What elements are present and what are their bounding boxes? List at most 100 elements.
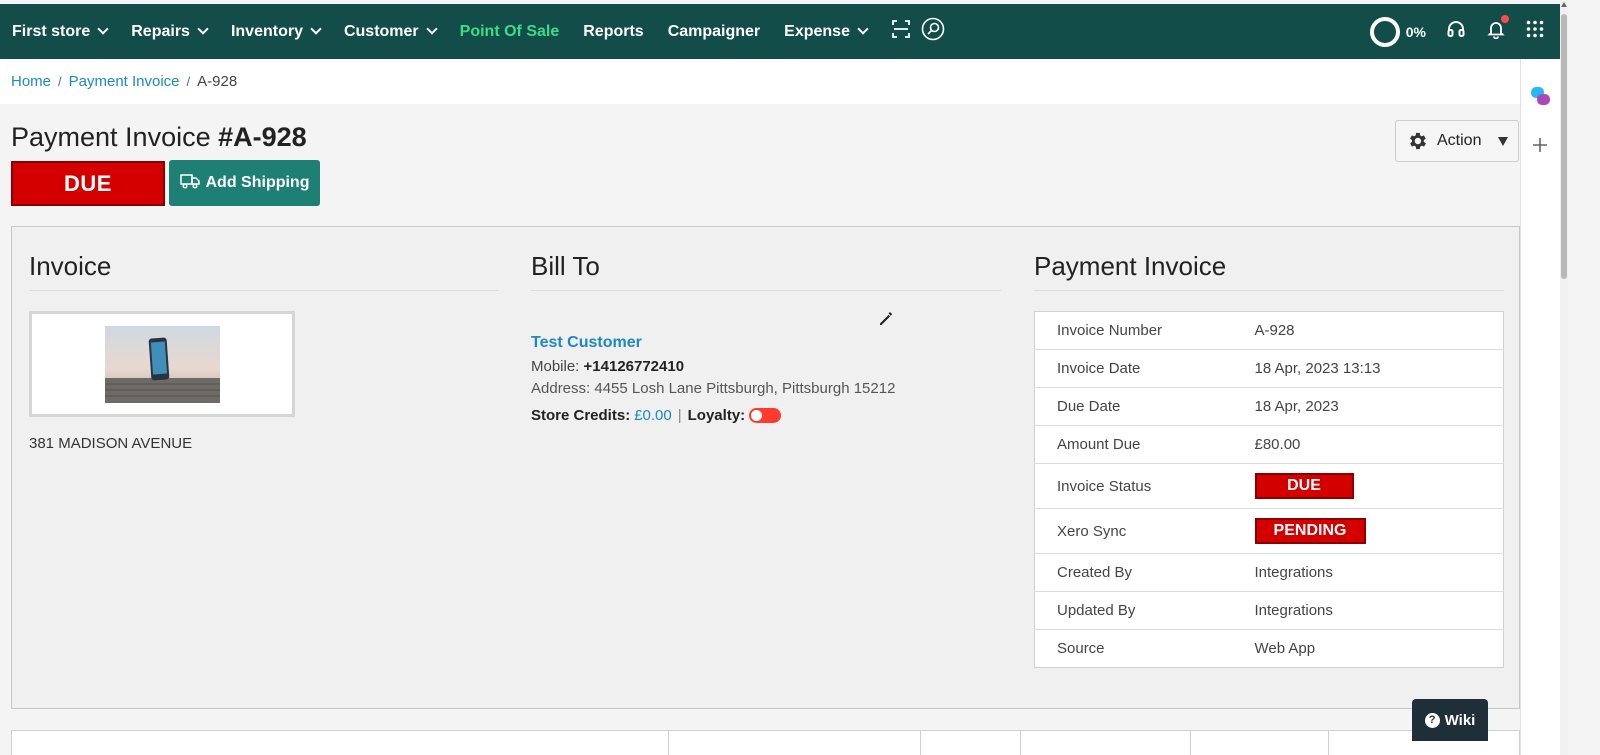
amount-due-key: Amount Due	[1034, 425, 1255, 464]
phone-photo-image	[104, 325, 220, 403]
xero-sync-badge: PENDING	[1254, 518, 1366, 544]
scrollbar-thumb[interactable]	[1561, 14, 1567, 279]
progress-indicator[interactable]: 0%	[1369, 16, 1426, 47]
table-row: Xero Sync PENDING	[1034, 508, 1504, 554]
separator: |	[677, 407, 682, 424]
nav-campaigner[interactable]: Campaigner	[668, 23, 760, 41]
mobile-value: +14126772410	[583, 358, 685, 375]
invoice-status-key: Invoice Status	[1034, 463, 1255, 509]
table-row: Amount Due £80.00	[1034, 425, 1504, 464]
nav-reports[interactable]: Reports	[583, 23, 643, 41]
created-by-value: Integrations	[1254, 553, 1504, 592]
notification-dot	[1501, 15, 1509, 23]
nav-first-store[interactable]: First store	[12, 22, 109, 41]
invoice-date-key: Invoice Date	[1034, 349, 1255, 388]
loyalty-label: Loyalty:	[687, 407, 746, 424]
loyalty-toggle[interactable]	[749, 408, 782, 423]
mobile-label: Mobile:	[531, 358, 584, 375]
nav-point-of-sale[interactable]: Point Of Sale	[460, 23, 560, 41]
invoice-heading: Invoice	[29, 251, 499, 291]
table-row: Invoice Number A-928	[1034, 311, 1504, 350]
nav-campaigner-label: Campaigner	[667, 22, 761, 40]
add-shipping-label: Add Shipping	[205, 174, 310, 191]
nav-inventory-label: Inventory	[230, 22, 303, 40]
add-shipping-button[interactable]: Add Shipping	[169, 160, 320, 206]
customer-address: Address: 4455 Losh Lane Pittsburgh, Pitt…	[531, 380, 896, 397]
nav-customer[interactable]: Customer	[343, 22, 438, 41]
pencil-edit-icon[interactable]	[878, 311, 894, 332]
question-icon: ?	[1424, 712, 1440, 728]
store-address: 381 MADISON AVENUE	[29, 435, 193, 452]
breadcrumb-payment-invoice-link[interactable]: Payment Invoice	[69, 73, 180, 90]
payment-invoice-heading: Payment Invoice	[1034, 251, 1504, 291]
nav-expense[interactable]: Expense	[784, 22, 869, 41]
breadcrumb: Home / Payment Invoice / A-928	[0, 59, 1520, 104]
table-row: Created By Integrations	[1034, 553, 1504, 592]
customer-mobile: Mobile: +14126772410	[531, 358, 684, 375]
scan-icon[interactable]	[891, 19, 911, 44]
created-by-key: Created By	[1034, 553, 1255, 592]
chevron-down-icon	[857, 23, 869, 35]
plus-icon[interactable]	[1532, 137, 1548, 158]
column-divider	[668, 731, 669, 755]
page-title-number: #A-928	[218, 122, 307, 152]
xero-sync-key: Xero Sync	[1034, 508, 1255, 554]
status-badge: DUE	[11, 161, 165, 206]
nav-point-of-sale-label: Point Of Sale	[459, 22, 560, 40]
scroll-up-arrow-icon[interactable]	[1561, 2, 1567, 7]
due-date-key: Due Date	[1034, 387, 1255, 426]
headset-icon[interactable]	[1446, 19, 1466, 44]
column-divider	[1328, 731, 1329, 755]
bill-to-heading: Bill To	[531, 251, 1001, 291]
page-title: Payment Invoice #A-928	[11, 122, 307, 153]
search-icon[interactable]	[921, 17, 945, 46]
invoice-number-value: A-928	[1254, 311, 1504, 350]
truck-icon	[179, 173, 200, 194]
source-key: Source	[1057, 640, 1105, 657]
nav-repairs-label: Repairs	[131, 22, 190, 40]
store-logo	[29, 311, 295, 417]
table-row: Source Web App	[1035, 630, 1504, 668]
action-dropdown-button[interactable]: Action	[1395, 120, 1519, 162]
breadcrumb-home-link[interactable]: Home	[11, 73, 51, 90]
table-row: Invoice Status DUE	[1034, 463, 1504, 509]
progress-ring-icon	[1369, 16, 1400, 47]
updated-by-value: Integrations	[1254, 591, 1504, 630]
table-row: Due Date 18 Apr, 2023	[1034, 387, 1504, 426]
breadcrumb-separator: /	[186, 74, 191, 89]
store-credits-value[interactable]: £0.00	[634, 407, 672, 424]
progress-label: 0%	[1405, 23, 1426, 40]
notification-bell-icon[interactable]	[1486, 15, 1509, 44]
items-table-header	[11, 730, 1520, 755]
chevron-down-icon	[97, 23, 109, 35]
column-divider	[1020, 731, 1021, 755]
nav-first-store-label: First store	[12, 22, 91, 40]
top-navbar: First store Repairs Inventory Customer P…	[0, 4, 1568, 59]
nav-repairs[interactable]: Repairs	[131, 22, 209, 41]
due-date-value: 18 Apr, 2023	[1254, 387, 1504, 426]
invoice-date-value: 18 Apr, 2023 13:13	[1254, 349, 1504, 388]
nav-reports-label: Reports	[583, 22, 644, 40]
chat-bubbles-icon[interactable]	[1530, 86, 1552, 113]
nav-expense-label: Expense	[784, 22, 850, 40]
invoice-number-key: Invoice Number	[1034, 311, 1255, 350]
source-value: Web App	[1254, 640, 1316, 657]
nav-inventory[interactable]: Inventory	[230, 22, 322, 41]
wiki-label: Wiki	[1444, 711, 1476, 729]
store-credits-label: Store Credits:	[531, 407, 631, 424]
nav-customer-label: Customer	[343, 22, 419, 40]
right-side-rail	[1520, 59, 1560, 755]
amount-due-value: £80.00	[1254, 425, 1504, 464]
store-credits-line: Store Credits: £0.00 | Loyalty:	[531, 407, 782, 424]
customer-name-link[interactable]: Test Customer	[531, 334, 642, 352]
caret-down-icon	[1498, 136, 1508, 146]
table-row: Invoice Date 18 Apr, 2023 13:13	[1034, 349, 1504, 388]
action-label: Action	[1437, 132, 1482, 149]
page-title-prefix: Payment Invoice	[11, 122, 219, 152]
wiki-button[interactable]: ? Wiki	[1412, 699, 1488, 741]
apps-grid-icon[interactable]	[1526, 20, 1544, 43]
invoice-details-card: Invoice Bill To Payment Invoice 381 MADI…	[11, 226, 1520, 709]
page-scrollbar[interactable]	[1560, 0, 1568, 755]
breadcrumb-current: A-928	[197, 73, 238, 90]
chevron-down-icon	[310, 23, 322, 35]
